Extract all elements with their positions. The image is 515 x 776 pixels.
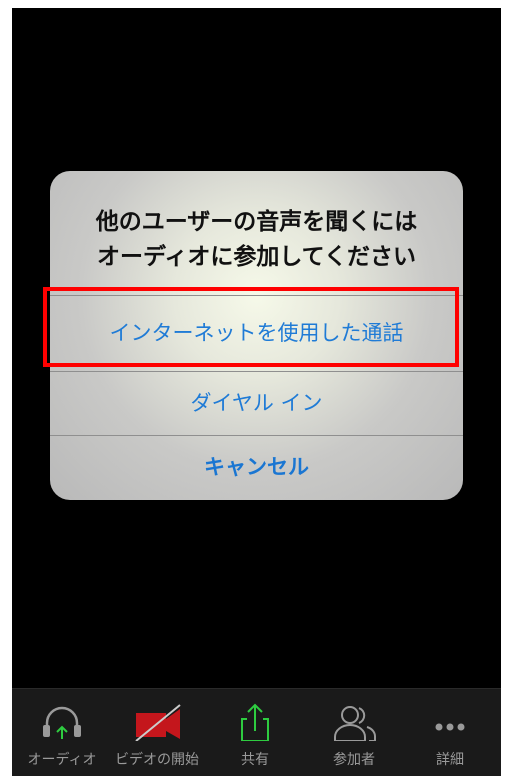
more-icon — [435, 723, 465, 731]
internet-call-button[interactable]: インターネットを使用した通話 — [50, 295, 463, 371]
meeting-screen: 他のユーザーの音声を聞くには オーディオに参加してください インターネットを使用… — [12, 8, 501, 776]
participants-button[interactable]: 参加者 — [309, 689, 399, 776]
dialog-title: 他のユーザーの音声を聞くには オーディオに参加してください — [50, 205, 463, 275]
meeting-toolbar: オーディオ ビデオの開始 共有 参加者 詳細 — [12, 688, 501, 776]
video-off-icon — [135, 704, 181, 741]
headphones-icon — [43, 706, 81, 739]
share-icon — [241, 703, 269, 741]
dialog-title-line-1: 他のユーザーの音声を聞くには — [95, 209, 418, 235]
share-button[interactable]: 共有 — [210, 689, 300, 776]
participants-label: 参加者 — [333, 752, 375, 768]
share-label: 共有 — [241, 752, 269, 768]
join-audio-dialog: 他のユーザーの音声を聞くには オーディオに参加してください インターネットを使用… — [50, 171, 463, 500]
dial-in-button[interactable]: ダイヤル イン — [50, 371, 463, 435]
start-video-button[interactable]: ビデオの開始 — [112, 689, 202, 776]
cancel-button[interactable]: キャンセル — [50, 435, 463, 500]
audio-button[interactable]: オーディオ — [17, 689, 107, 776]
participants-icon — [334, 706, 376, 741]
dialog-title-line-2: オーディオに参加してください — [96, 244, 416, 270]
more-button[interactable]: 詳細 — [405, 689, 495, 776]
start-video-label: ビデオの開始 — [115, 752, 199, 768]
audio-label: オーディオ — [27, 752, 97, 768]
more-label: 詳細 — [436, 752, 464, 768]
